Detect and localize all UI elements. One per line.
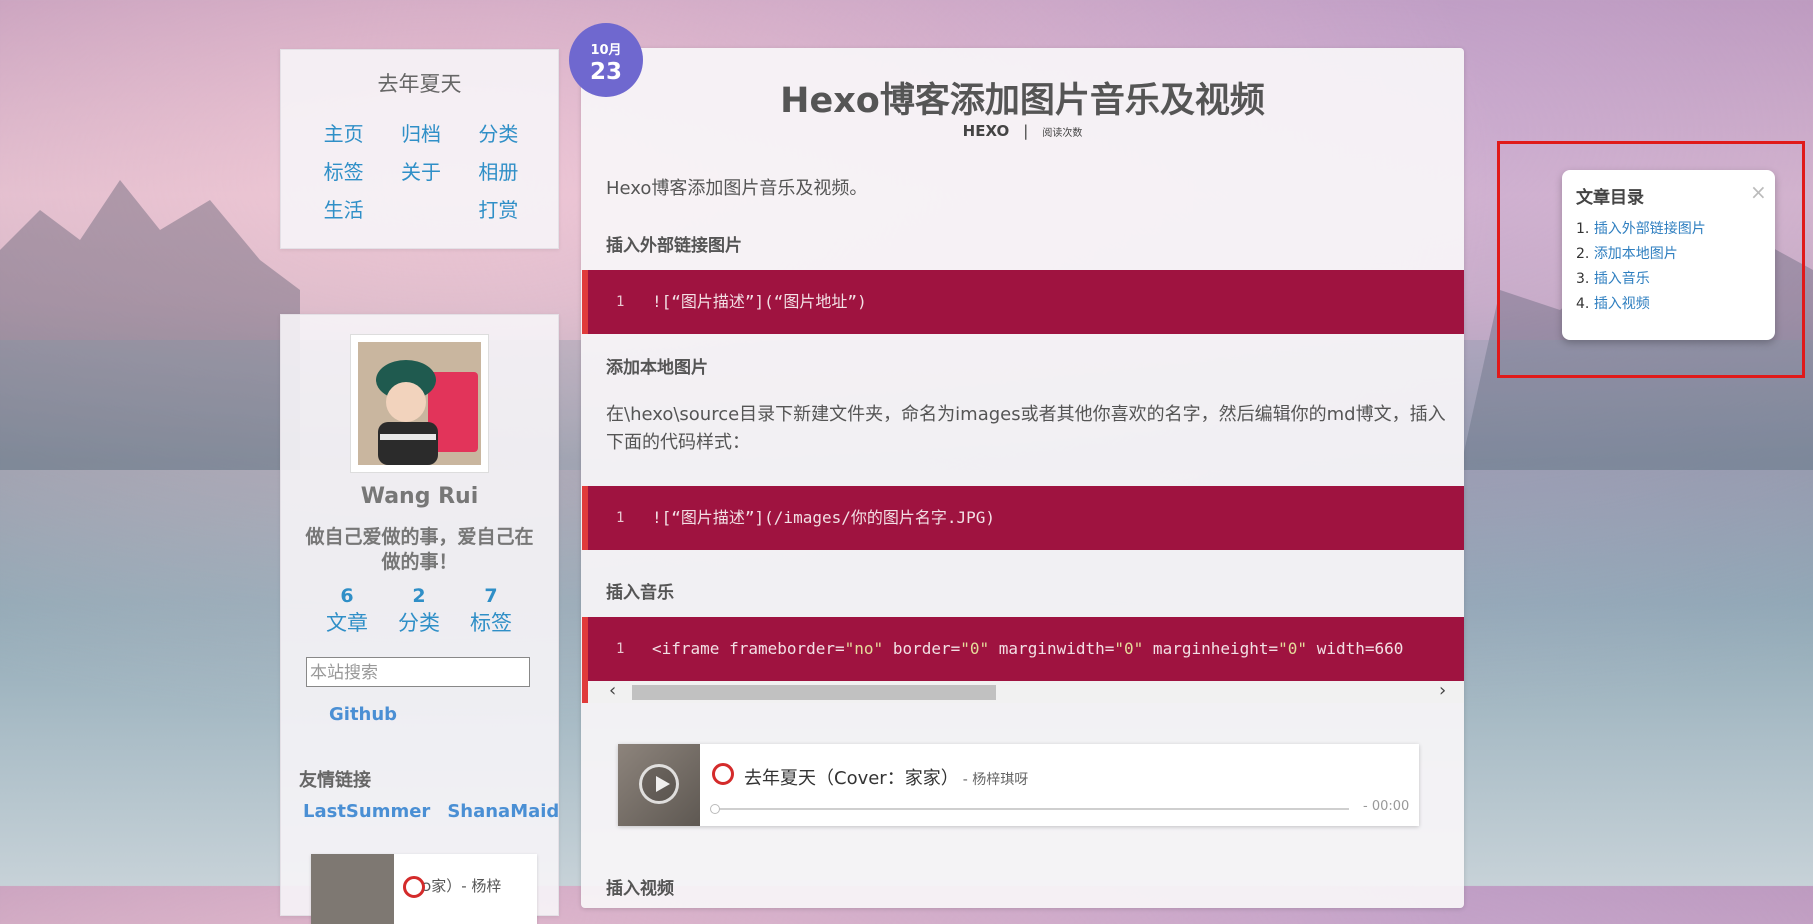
stat-categories-label: 分类 bbox=[398, 611, 440, 635]
toc-link-external-image[interactable]: 插入外部链接图片 bbox=[1594, 221, 1706, 237]
sidebar-music-player[interactable]: ɔ家）- 杨梓 bbox=[311, 854, 537, 924]
post-date-day: 23 bbox=[589, 59, 622, 85]
heading-local-image: 添加本地图片 bbox=[606, 358, 708, 378]
avatar-frame bbox=[350, 334, 489, 473]
code-line-number: 1 bbox=[616, 641, 625, 657]
stat-tags-count: 7 bbox=[484, 585, 498, 607]
post-article: Hexo博客添加图片音乐及视频 HEXO | 阅读次数 Hexo博客添加图片音乐及视… bbox=[581, 48, 1464, 908]
nav-tags[interactable]: 标签 bbox=[305, 158, 382, 186]
code-block-1: 1 ![“图片描述”](“图片地址”) bbox=[582, 270, 1464, 334]
stat-tags[interactable]: 7 标签 bbox=[455, 585, 527, 637]
site-nav-card: 去年夏天 主页 归档 分类 标签 关于 相册 生活 打赏 bbox=[280, 49, 559, 249]
post-meta: HEXO | 阅读次数 bbox=[581, 122, 1464, 140]
heading-external-image: 插入外部链接图片 bbox=[606, 236, 742, 256]
song-title: 去年夏天（Cover：家家） bbox=[744, 768, 959, 789]
nav-home[interactable]: 主页 bbox=[305, 120, 382, 148]
post-title: Hexo博客添加图片音乐及视频 bbox=[780, 81, 1265, 121]
code-line-number: 1 bbox=[616, 294, 625, 310]
code-horizontal-scrollbar[interactable]: ‹ › bbox=[582, 681, 1464, 703]
stat-categories-count: 2 bbox=[412, 585, 426, 607]
post-date-badge: 10月 23 bbox=[569, 23, 643, 97]
nav-archive[interactable]: 归档 bbox=[382, 120, 459, 148]
toc-item-number: 1. bbox=[1576, 221, 1590, 237]
meta-separator: | bbox=[1023, 122, 1029, 140]
profile-card: Wang Rui 做自己爱做的事，爱自己在做的事！ 6 文章 2 分类 7 标签… bbox=[280, 314, 559, 924]
toc-list: 1. 插入外部链接图片 2. 添加本地图片 3. 插入音乐 4. 插入视频 bbox=[1576, 217, 1706, 317]
toc-link-local-image[interactable]: 添加本地图片 bbox=[1594, 246, 1678, 262]
toc-item-number: 2. bbox=[1576, 246, 1590, 262]
toc-item-4: 4. 插入视频 bbox=[1576, 292, 1706, 317]
stat-categories[interactable]: 2 分类 bbox=[383, 585, 455, 637]
player-progress-bar[interactable] bbox=[710, 804, 1349, 814]
site-title[interactable]: 去年夏天 bbox=[281, 68, 558, 98]
stat-posts-count: 6 bbox=[340, 585, 354, 607]
scroll-left-icon[interactable]: ‹ bbox=[609, 682, 616, 700]
nav-empty-slot bbox=[382, 196, 459, 224]
music-player[interactable]: 去年夏天（Cover：家家） - 杨梓琪呀 - 00:00 bbox=[618, 744, 1419, 826]
site-nav: 主页 归档 分类 标签 关于 相册 生活 打赏 bbox=[305, 120, 537, 224]
player-time: - 00:00 bbox=[1363, 799, 1410, 814]
nav-donate[interactable]: 打赏 bbox=[460, 196, 537, 224]
play-icon[interactable] bbox=[639, 764, 679, 804]
nav-album[interactable]: 相册 bbox=[460, 158, 537, 186]
scrollbar-thumb[interactable] bbox=[632, 685, 996, 700]
friend-link-lastsummer[interactable]: LastSummer bbox=[303, 801, 430, 822]
stat-posts-label: 文章 bbox=[326, 611, 368, 635]
code-content: <iframe frameborder="no" border="0" marg… bbox=[652, 639, 1404, 658]
toc-panel: 文章目录 × 1. 插入外部链接图片 2. 添加本地图片 3. 插入音乐 4. … bbox=[1562, 170, 1775, 340]
netease-music-icon bbox=[403, 876, 425, 898]
toc-item-2: 2. 添加本地图片 bbox=[1576, 242, 1706, 267]
nav-about[interactable]: 关于 bbox=[382, 158, 459, 186]
friends-title: 友情链接 bbox=[299, 770, 371, 791]
post-date-month: 10月 bbox=[590, 43, 622, 58]
post-intro: Hexo博客添加图片音乐及视频。 bbox=[606, 178, 868, 199]
nav-categories[interactable]: 分类 bbox=[460, 120, 537, 148]
toc-item-number: 4. bbox=[1576, 296, 1590, 312]
author-motto: 做自己爱做的事，爱自己在做的事！ bbox=[305, 526, 534, 573]
song-artist: - 杨梓琪呀 bbox=[962, 772, 1029, 788]
toc-link-video[interactable]: 插入视频 bbox=[1594, 296, 1650, 312]
local-image-description: 在\hexo\source目录下新建文件夹，命名为images或者其他你喜欢的名… bbox=[606, 404, 1446, 453]
album-cover bbox=[618, 744, 700, 826]
avatar bbox=[358, 342, 481, 465]
toc-item-3: 3. 插入音乐 bbox=[1576, 267, 1706, 292]
friend-link-shanamaid[interactable]: ShanaMaid bbox=[447, 801, 559, 822]
code-content: ![“图片描述”](/images/你的图片名字.JPG) bbox=[652, 508, 996, 527]
code-content: ![“图片描述”](“图片地址”) bbox=[652, 292, 867, 311]
song-info: 去年夏天（Cover：家家） - 杨梓琪呀 bbox=[744, 764, 1028, 790]
mini-player-cover bbox=[311, 854, 394, 924]
post-tag[interactable]: HEXO bbox=[963, 122, 1010, 140]
scroll-right-icon[interactable]: › bbox=[1439, 682, 1446, 700]
progress-knob[interactable] bbox=[710, 804, 720, 814]
netease-music-icon bbox=[712, 763, 734, 785]
close-icon[interactable]: × bbox=[1750, 180, 1767, 204]
heading-insert-music: 插入音乐 bbox=[606, 583, 674, 603]
stat-tags-label: 标签 bbox=[470, 611, 512, 635]
stat-posts[interactable]: 6 文章 bbox=[311, 585, 383, 637]
code-line-number: 1 bbox=[616, 510, 625, 526]
heading-insert-video: 插入视频 bbox=[606, 879, 674, 899]
toc-item-number: 3. bbox=[1576, 271, 1590, 287]
read-count: 阅读次数 bbox=[1042, 128, 1083, 139]
nav-life[interactable]: 生活 bbox=[305, 196, 382, 224]
code-block-2: 1 ![“图片描述”](/images/你的图片名字.JPG) bbox=[582, 486, 1464, 550]
friend-links: LastSummer ShanaMaid bbox=[303, 801, 559, 822]
toc-title: 文章目录 bbox=[1576, 188, 1644, 208]
site-stats: 6 文章 2 分类 7 标签 bbox=[311, 585, 527, 637]
code-block-3: 1 <iframe frameborder="no" border="0" ma… bbox=[582, 617, 1464, 681]
site-search-input[interactable]: 本站搜索 bbox=[306, 657, 530, 687]
author-name: Wang Rui bbox=[360, 484, 479, 509]
toc-item-1: 1. 插入外部链接图片 bbox=[1576, 217, 1706, 242]
github-link[interactable]: Github bbox=[329, 704, 397, 725]
toc-link-music[interactable]: 插入音乐 bbox=[1594, 271, 1650, 287]
